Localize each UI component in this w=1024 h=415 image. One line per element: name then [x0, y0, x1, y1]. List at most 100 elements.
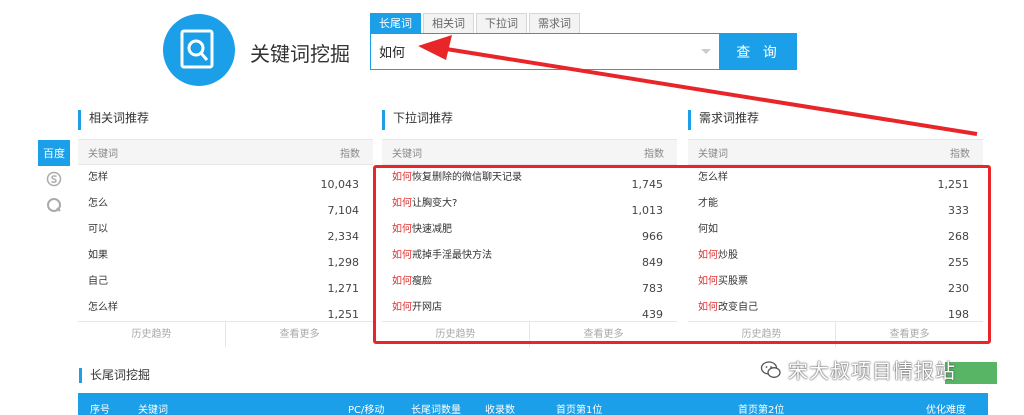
index-value: 230 — [948, 282, 969, 295]
tab-dropdown[interactable]: 下拉词 — [476, 13, 527, 33]
col-device[interactable]: PC/移动 — [348, 401, 384, 415]
list-item[interactable]: 如何恢复删除的微信聊天记录 1,745 — [392, 165, 663, 191]
keyword-rest: 怎么 — [88, 198, 108, 209]
keyword-highlight: 如何 — [392, 276, 412, 287]
history-trend-link[interactable]: 历史趋势 — [78, 322, 226, 347]
keyword-text[interactable]: 如何开网店 — [392, 298, 442, 313]
panel-header: 关键词 指数 — [688, 139, 983, 165]
engine-sogou[interactable] — [38, 166, 70, 192]
col-rank-2[interactable]: 首页第2位 — [738, 401, 784, 415]
keyword-text[interactable]: 如何让胸变大? — [392, 194, 457, 209]
keyword-text[interactable]: 怎么样 — [698, 168, 728, 183]
keyword-highlight: 如何 — [392, 198, 412, 209]
keyword-text[interactable]: 如何炒股 — [698, 246, 738, 261]
engine-360[interactable] — [38, 192, 70, 218]
list-item[interactable]: 如何炒股 255 — [698, 243, 969, 269]
col-keyword: 关键词 — [698, 148, 728, 160]
view-more-link[interactable]: 查看更多 — [226, 322, 373, 347]
keyword-rest: 买股票 — [718, 276, 748, 287]
keyword-text[interactable]: 自己 — [88, 272, 108, 287]
list-item[interactable]: 怎么 7,104 — [88, 191, 359, 217]
keyword-rest: 怎样 — [88, 172, 108, 183]
col-index-no[interactable]: 序号 — [90, 401, 110, 415]
index-value: 7,104 — [327, 204, 360, 217]
keyword-rest: 怎么样 — [698, 172, 728, 183]
keyword-text[interactable]: 如何戒掉手淫最快方法 — [392, 246, 492, 261]
keyword-text[interactable]: 如何瘦脸 — [392, 272, 432, 287]
long-tail-title: 长尾词挖掘 — [79, 368, 150, 383]
index-value: 1,251 — [937, 178, 970, 191]
list-item[interactable]: 何如 268 — [698, 217, 969, 243]
panel-footer: 历史趋势 查看更多 — [688, 321, 983, 347]
search-button[interactable]: 查 询 — [720, 33, 797, 70]
keyword-text[interactable]: 怎么样 — [88, 298, 118, 313]
index-value: 10,043 — [320, 178, 360, 191]
panel-rows: 如何恢复删除的微信聊天记录 1,745 如何让胸变大? 1,013 如何快速减肥 966 如… — [382, 165, 677, 321]
list-item[interactable]: 自己 1,271 — [88, 269, 359, 295]
list-item[interactable]: 如何买股票 230 — [698, 269, 969, 295]
list-item[interactable]: 如何让胸变大? 1,013 — [392, 191, 663, 217]
keyword-highlight: 如何 — [698, 302, 718, 313]
list-item[interactable]: 如何快速减肥 966 — [392, 217, 663, 243]
list-item[interactable]: 如何瘦脸 783 — [392, 269, 663, 295]
tab-related[interactable]: 相关词 — [423, 13, 474, 33]
keyword-rest: 炒股 — [718, 250, 738, 261]
index-value: 198 — [948, 308, 969, 321]
col-difficulty[interactable]: 优化难度 — [926, 401, 966, 415]
panel-header: 关键词 指数 — [78, 139, 373, 165]
search-tabs: 长尾词 相关词 下拉词 需求词 — [370, 13, 582, 33]
tab-long-tail[interactable]: 长尾词 — [370, 13, 421, 33]
keyword-text[interactable]: 如何买股票 — [698, 272, 748, 287]
list-item[interactable]: 怎么样 1,251 — [698, 165, 969, 191]
keyword-text[interactable]: 如果 — [88, 246, 108, 261]
keyword-rest: 怎么样 — [88, 302, 118, 313]
engine-baidu[interactable]: 百度 — [38, 140, 70, 166]
list-item[interactable]: 如何开网店 439 — [392, 295, 663, 321]
index-value: 849 — [642, 256, 663, 269]
keyword-mining-page: 关键词挖掘 长尾词 相关词 下拉词 需求词 查 询 百度 相关词推荐 关键词 — [0, 0, 1024, 415]
list-item[interactable]: 怎样 10,043 — [88, 165, 359, 191]
col-indexed[interactable]: 收录数 — [485, 401, 515, 415]
keyword-text[interactable]: 如何恢复删除的微信聊天记录 — [392, 168, 522, 183]
demand-words-panel: 需求词推荐 关键词 指数 怎么样 1,251 才能 333 何如 268 如何炒股 255 如何… — [688, 110, 983, 347]
tab-demand[interactable]: 需求词 — [529, 13, 580, 33]
keyword-rest: 才能 — [698, 198, 718, 209]
keyword-text[interactable]: 何如 — [698, 220, 718, 235]
related-words-panel: 相关词推荐 关键词 指数 怎样 10,043 怎么 7,104 可以 2,334 如果 1,2… — [78, 110, 373, 347]
col-rank-1[interactable]: 首页第1位 — [556, 401, 602, 415]
history-trend-link[interactable]: 历史趋势 — [382, 322, 530, 347]
keyword-text[interactable]: 可以 — [88, 220, 108, 235]
view-more-link[interactable]: 查看更多 — [530, 322, 677, 347]
col-long-tail-count[interactable]: 长尾词数量 — [411, 401, 461, 415]
col-keyword[interactable]: 关键词 — [138, 401, 168, 415]
list-item[interactable]: 如何改变自己 198 — [698, 295, 969, 321]
panel-header: 关键词 指数 — [382, 139, 677, 165]
history-trend-link[interactable]: 历史趋势 — [688, 322, 836, 347]
keyword-highlight: 如何 — [392, 250, 412, 261]
keyword-rest: 让胸变大? — [412, 198, 458, 209]
engine-switcher: 百度 — [38, 140, 70, 218]
list-item[interactable]: 如果 1,298 — [88, 243, 359, 269]
keyword-text[interactable]: 怎样 — [88, 168, 108, 183]
search-input[interactable] — [371, 34, 691, 69]
keyword-text[interactable]: 如何改变自己 — [698, 298, 758, 313]
list-item[interactable]: 才能 333 — [698, 191, 969, 217]
keyword-text[interactable]: 如何快速减肥 — [392, 220, 452, 235]
index-value: 439 — [642, 308, 663, 321]
search-box — [370, 33, 720, 70]
list-item[interactable]: 可以 2,334 — [88, 217, 359, 243]
panel-rows: 怎么样 1,251 才能 333 何如 268 如何炒股 255 如何买股票 230 如何改变自己 1… — [688, 165, 983, 321]
panel-footer: 历史趋势 查看更多 — [382, 321, 677, 347]
index-value: 1,745 — [631, 178, 664, 191]
col-keyword: 关键词 — [392, 148, 422, 160]
index-value: 1,298 — [327, 256, 360, 269]
watermark: 宋大叔项目情报站 — [760, 355, 956, 384]
list-item[interactable]: 怎么样 1,251 — [88, 295, 359, 321]
keyword-text[interactable]: 才能 — [698, 194, 718, 209]
panel-title: 相关词推荐 — [78, 110, 373, 130]
wechat-icon — [760, 360, 781, 378]
chevron-down-icon[interactable] — [701, 49, 711, 54]
keyword-text[interactable]: 怎么 — [88, 194, 108, 209]
list-item[interactable]: 如何戒掉手淫最快方法 849 — [392, 243, 663, 269]
view-more-link[interactable]: 查看更多 — [836, 322, 983, 347]
